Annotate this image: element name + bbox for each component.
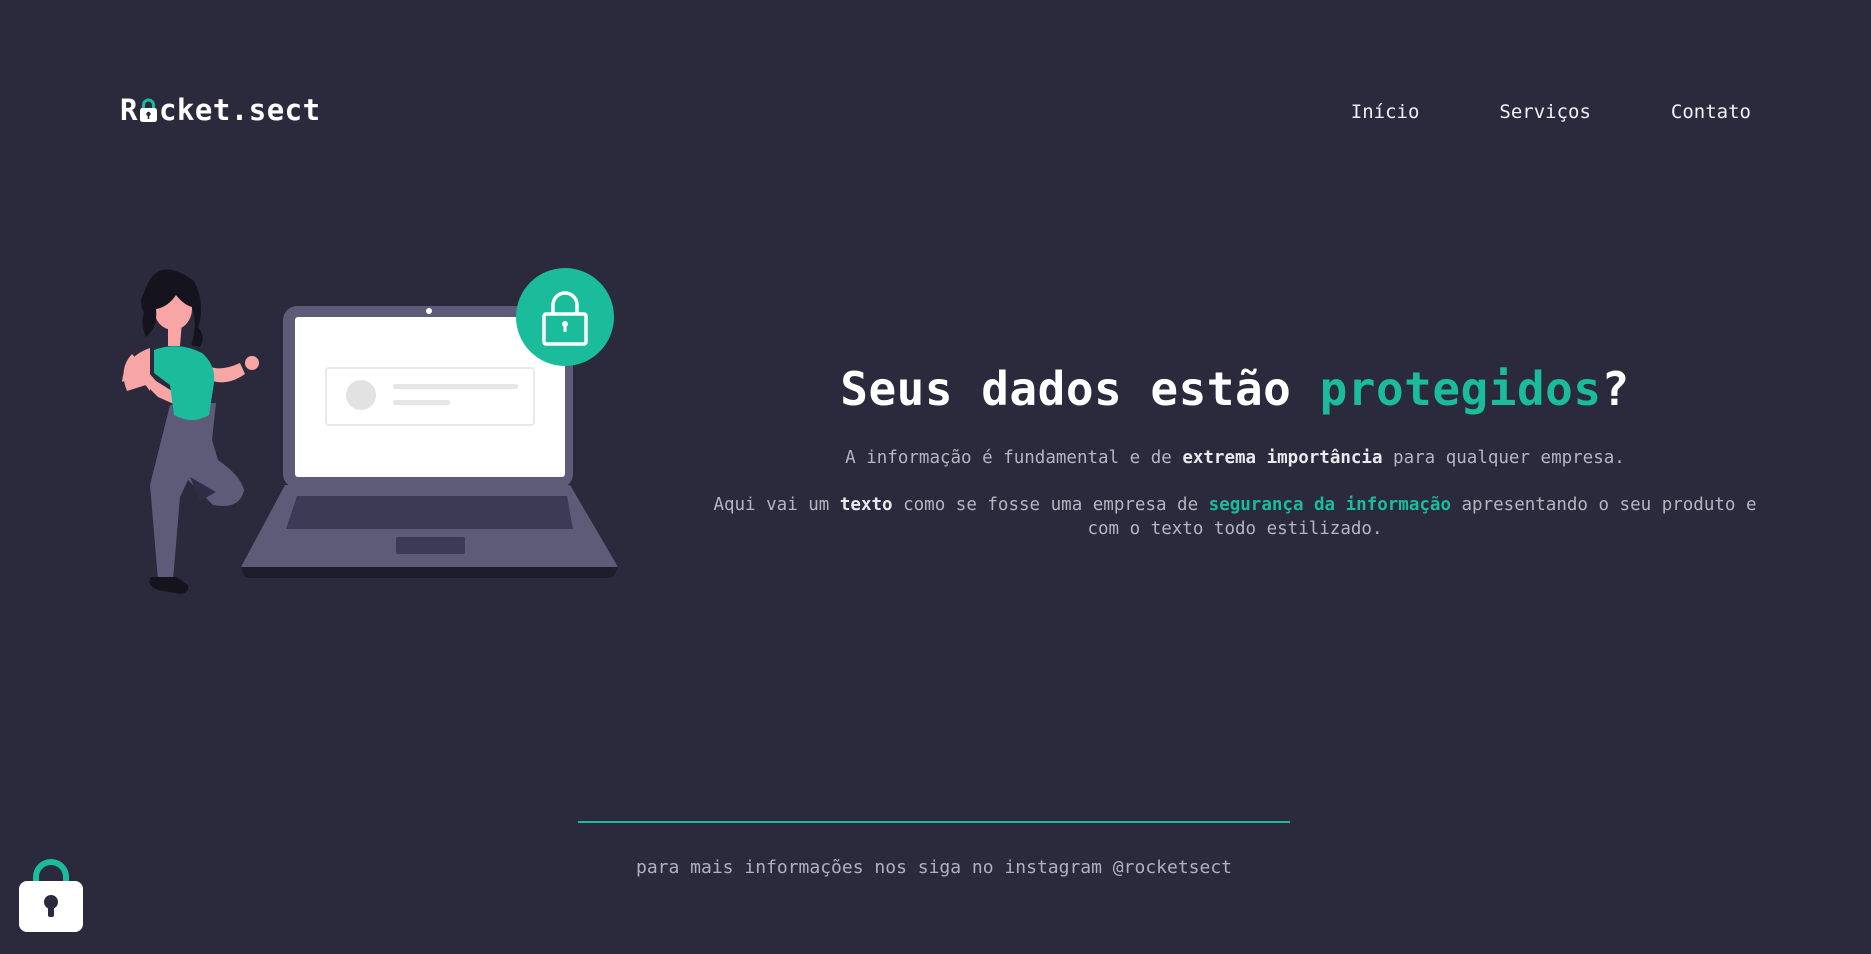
footer-divider: [578, 821, 1290, 823]
p2-text-a: Aqui vai um: [713, 495, 840, 515]
hero-illustration: [122, 268, 618, 594]
p2-text-b: como se fosse uma empresa de: [892, 495, 1209, 515]
hero-title-main: Seus dados estão: [840, 362, 1320, 416]
hero-title-accent: protegidos: [1319, 362, 1602, 416]
p2-bold: texto: [839, 495, 893, 515]
woman-illustration: [122, 269, 259, 594]
lock-badge-icon: [516, 268, 614, 366]
p1-bold: extrema importância: [1182, 448, 1383, 468]
nav-link-inicio[interactable]: Início: [1351, 101, 1420, 123]
padlock-icon: [139, 98, 157, 122]
hero-title: Seus dados estão protegidos?: [700, 362, 1770, 416]
page: R cket.sect Início Serviços Contato Seus…: [0, 0, 1871, 954]
logo-prefix: R: [120, 93, 138, 127]
p2-accent: segurança da informação: [1208, 495, 1451, 515]
lock-float-button[interactable]: [18, 856, 84, 933]
hero-paragraph-2: Aqui vai um texto como se fosse uma empr…: [700, 493, 1770, 541]
nav-link-servicos[interactable]: Serviços: [1499, 101, 1591, 123]
p1-text-a: A informação é fundamental e de: [845, 448, 1183, 468]
main-nav: Início Serviços Contato: [1351, 101, 1751, 123]
logo-suffix: cket.sect: [158, 93, 321, 127]
hero-title-end: ?: [1601, 362, 1630, 416]
footer-text: para mais informações nos siga no instag…: [635, 857, 1233, 878]
nav-link-contato[interactable]: Contato: [1671, 101, 1751, 123]
p1-text-b: para qualquer empresa.: [1382, 448, 1625, 468]
hero-section: Seus dados estão protegidos? A informaçã…: [700, 362, 1770, 541]
hero-paragraph-1: A informação é fundamental e de extrema …: [700, 446, 1770, 470]
logo[interactable]: R cket.sect: [120, 93, 321, 127]
